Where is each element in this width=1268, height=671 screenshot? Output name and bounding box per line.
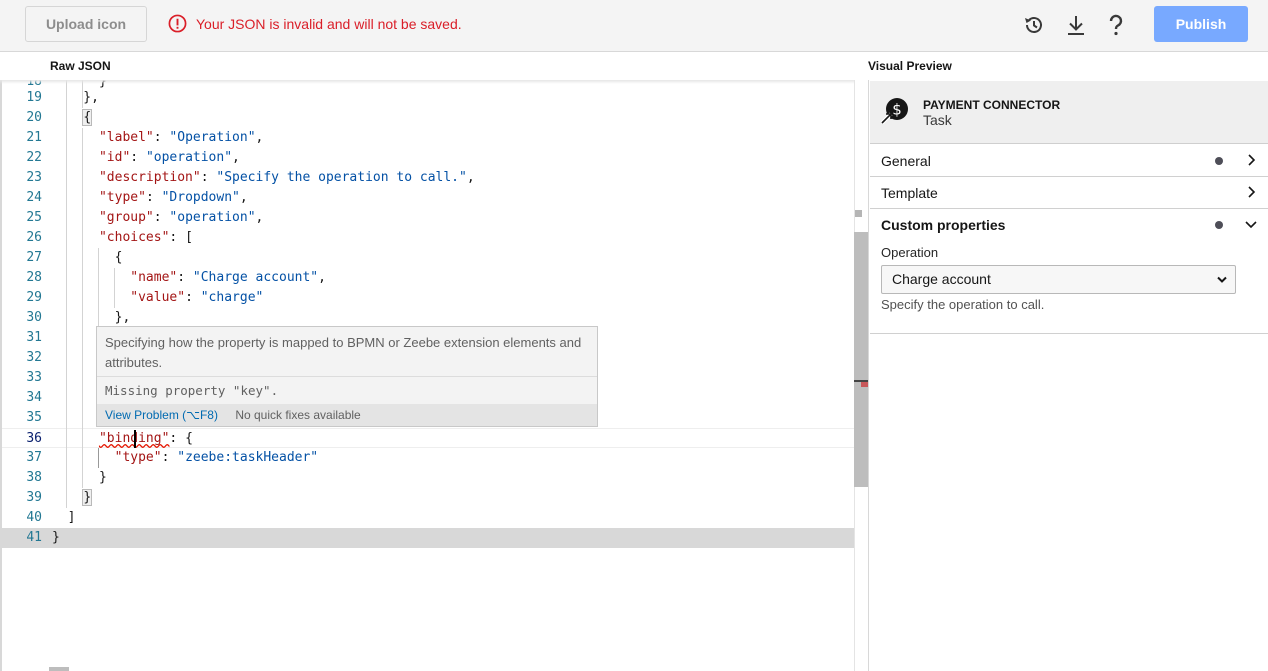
editor-line: 37 "type": "zeebe:taskHeader" xyxy=(26,450,319,465)
editor-line: 27 { xyxy=(26,250,123,265)
editor-scroll-thumb[interactable] xyxy=(854,232,868,487)
operation-select-value: Charge account xyxy=(892,271,991,287)
editor-line: 29 "value": "charge" xyxy=(26,290,264,305)
editor-line: 40 ] xyxy=(26,510,76,525)
editor-line: 23 "description": "Specify the operation… xyxy=(26,170,475,185)
operation-select[interactable]: Charge account xyxy=(881,265,1236,294)
editor-line-active: 36 "binding": { xyxy=(2,428,856,448)
editor-line: 28 "name": "Charge account", xyxy=(26,270,326,285)
editor-line: 22 "id": "operation", xyxy=(26,150,240,165)
editor-line: 19 }, xyxy=(26,90,99,105)
indent-guide xyxy=(66,80,67,508)
data-indicator-dot xyxy=(1215,221,1223,229)
view-problem-link[interactable]: View Problem (⌥F8) xyxy=(105,408,218,422)
editor-line: 26 "choices": [ xyxy=(26,230,193,245)
group-label: General xyxy=(881,153,931,169)
horizontal-scroll-thumb[interactable] xyxy=(49,667,69,671)
group-label: Template xyxy=(881,185,938,201)
upload-icon-button[interactable]: Upload icon xyxy=(25,6,147,42)
chevron-down-icon xyxy=(1217,276,1227,283)
group-custom-properties[interactable]: Custom properties xyxy=(870,209,1268,241)
chevron-right-icon xyxy=(1244,185,1258,204)
scrollbar-error-marker xyxy=(861,382,868,387)
editor-line: 39 } xyxy=(26,489,93,506)
history-icon[interactable] xyxy=(1022,13,1046,42)
hover-tooltip: Specifying how the property is mapped to… xyxy=(96,326,598,427)
indent-guide xyxy=(98,448,99,468)
editor-line: 38 } xyxy=(26,470,107,485)
hover-doc: Specifying how the property is mapped to… xyxy=(97,327,597,377)
scrollbar-marker xyxy=(855,210,862,217)
toolbar: Upload icon Your JSON is invalid and wil… xyxy=(0,0,1268,52)
indent-guide xyxy=(82,80,83,108)
hover-error-message: Missing property "key". xyxy=(105,383,279,398)
hover-actions: View Problem (⌥F8) No quick fixes availa… xyxy=(97,404,597,426)
group-general[interactable]: General xyxy=(870,145,1268,177)
text-cursor xyxy=(134,430,136,448)
element-name: PAYMENT CONNECTOR xyxy=(923,98,1061,112)
element-header: $ PAYMENT CONNECTOR Task xyxy=(870,81,1268,144)
raw-json-title: Raw JSON xyxy=(50,59,111,73)
editor-line: 30 }, xyxy=(26,310,131,325)
svg-text:$: $ xyxy=(892,101,902,119)
operation-label: Operation xyxy=(881,245,939,260)
chevron-right-icon xyxy=(1244,153,1258,172)
group-template[interactable]: Template xyxy=(870,177,1268,209)
json-error-message: Your JSON is invalid and will not be sav… xyxy=(168,14,462,33)
editor-line: 20 { xyxy=(26,109,93,126)
error-text: Your JSON is invalid and will not be sav… xyxy=(196,15,462,32)
indent-guide xyxy=(82,128,83,488)
payment-connector-icon: $ xyxy=(880,96,910,131)
editor-line: 21 "label": "Operation", xyxy=(26,130,264,145)
publish-button[interactable]: Publish xyxy=(1154,6,1248,42)
help-icon[interactable] xyxy=(1105,13,1127,42)
editor-line-highlighted: 41} xyxy=(2,528,868,548)
indent-guide xyxy=(114,268,115,308)
editor-line: 24 "type": "Dropdown", xyxy=(26,190,248,205)
visual-preview-title: Visual Preview xyxy=(868,59,952,73)
indent-guide xyxy=(98,248,99,328)
chevron-down-icon xyxy=(1244,217,1258,236)
group-divider xyxy=(870,333,1268,334)
editor-line: 25 "group": "operation", xyxy=(26,210,264,225)
data-indicator-dot xyxy=(1215,157,1223,165)
group-label: Custom properties xyxy=(881,217,1006,233)
download-icon[interactable] xyxy=(1064,13,1088,42)
editor-shadow xyxy=(0,80,868,84)
no-quick-fixes-text: No quick fixes available xyxy=(235,408,361,422)
operation-description: Specify the operation to call. xyxy=(881,297,1045,312)
error-icon xyxy=(168,14,187,33)
element-type: Task xyxy=(923,112,952,128)
